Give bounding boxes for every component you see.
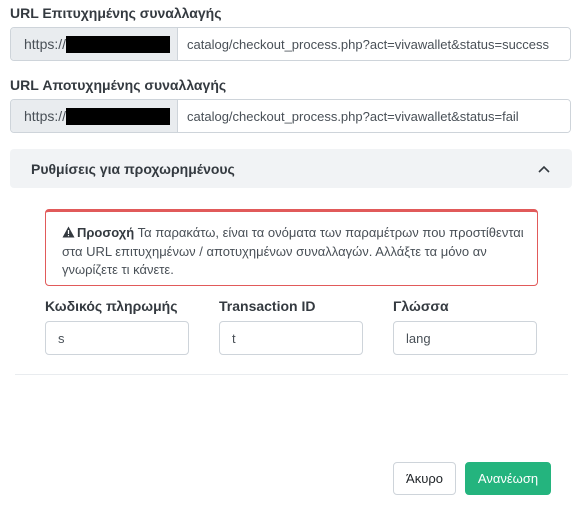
payment-code-label: Κωδικός πληρωμής [45,298,178,314]
redacted-block [66,107,171,125]
fail-url-input[interactable]: catalog/checkout_process.php?act=vivawal… [178,100,570,132]
redacted-block [66,35,171,53]
fail-url-field[interactable]: https:// catalog/checkout_process.php?ac… [10,99,571,133]
language-input[interactable]: lang [393,321,537,355]
fail-url-label: URL Αποτυχημένης συναλλαγής [10,77,227,93]
success-url-label: URL Επιτυχημένης συναλλαγής [10,5,222,21]
section-divider [15,374,568,375]
success-url-prefix-text: https:// [24,36,67,52]
warning-alert: Προσοχή Τα παρακάτω, είναι τα ονόματα τω… [45,209,538,286]
success-url-prefix: https:// [11,28,178,60]
advanced-settings-toggle[interactable]: Ρυθμίσεις για προχωρημένους [10,149,572,188]
chevron-up-icon[interactable] [538,163,550,175]
transaction-id-input[interactable]: t [219,321,363,355]
advanced-settings-title: Ρυθμίσεις για προχωρημένους [31,160,235,177]
fail-url-prefix-text: https:// [24,108,67,124]
fail-url-prefix: https:// [11,100,178,132]
payment-code-input[interactable]: s [45,321,189,355]
language-label: Γλώσσα [393,298,449,314]
warning-icon [62,225,75,243]
success-url-field[interactable]: https:// catalog/checkout_process.php?ac… [10,27,571,61]
transaction-id-label: Transaction ID [219,298,316,314]
cancel-button[interactable]: Άκυρο [393,462,456,495]
alert-strong: Προσοχή [77,225,135,240]
update-button[interactable]: Ανανέωση [465,462,551,495]
success-url-input[interactable]: catalog/checkout_process.php?act=vivawal… [178,28,570,60]
